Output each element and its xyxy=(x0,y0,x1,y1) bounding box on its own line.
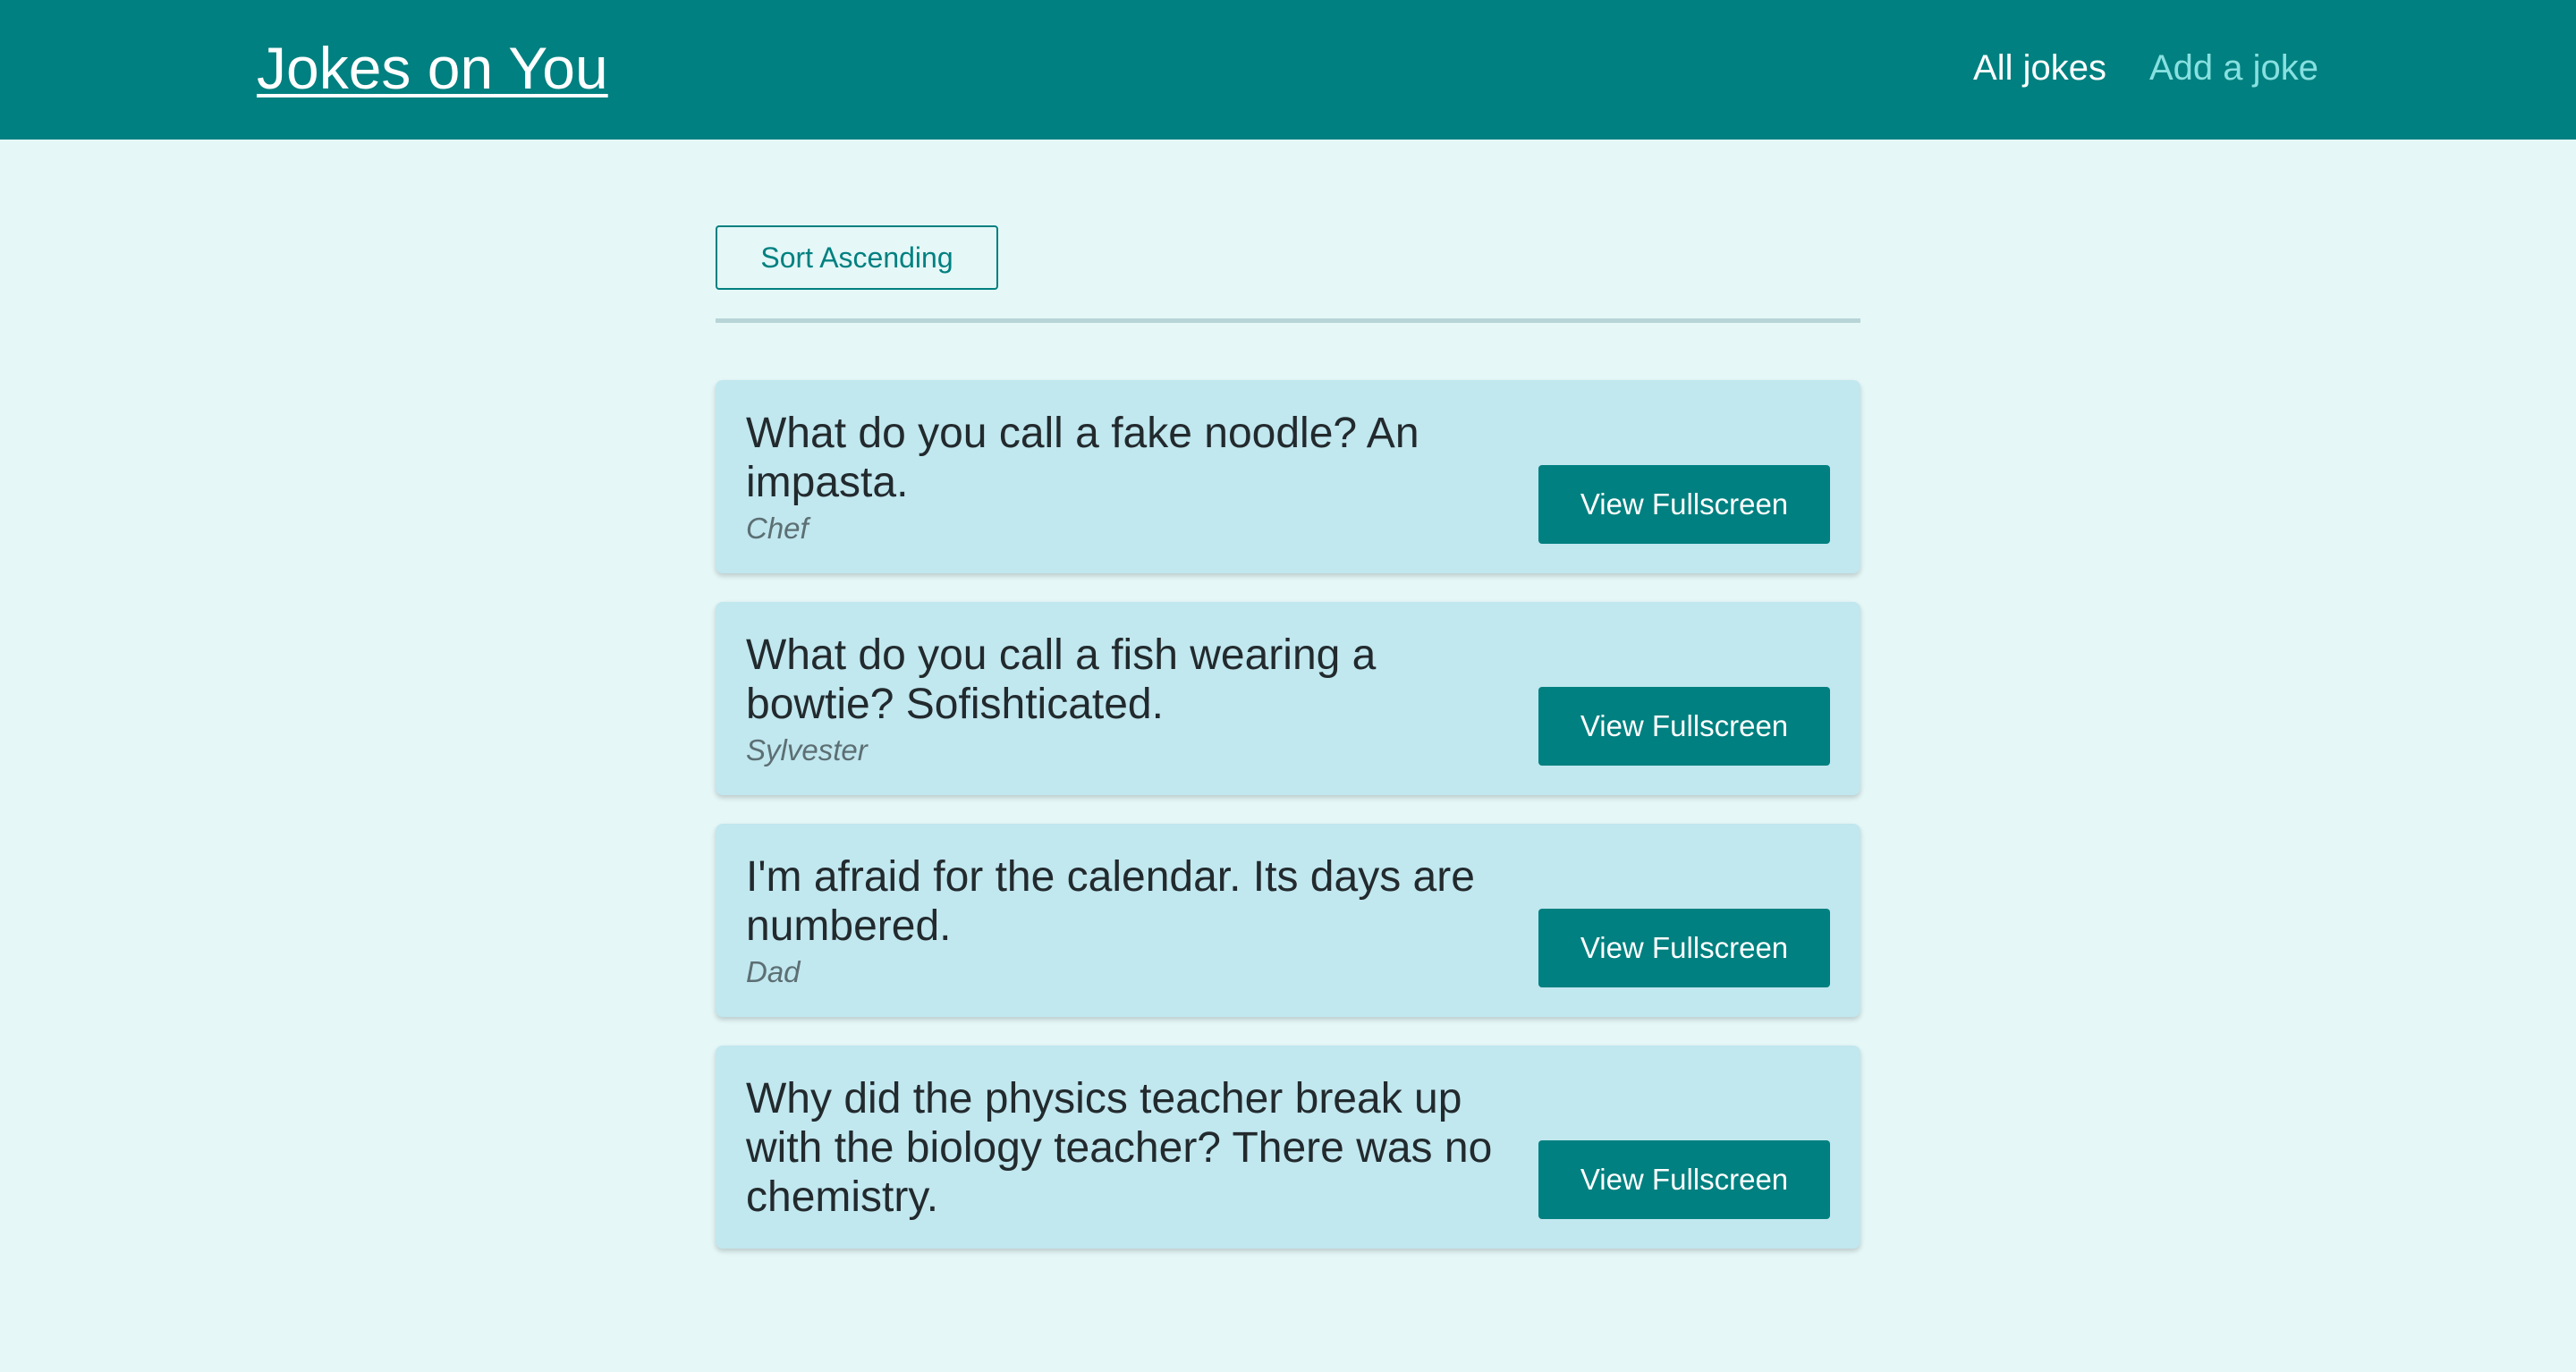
joke-author: Dad xyxy=(746,955,801,988)
joke-author: Sylvester xyxy=(746,733,868,766)
joke-author: Chef xyxy=(746,512,809,545)
joke-body: I'm afraid for the calendar. Its days ar… xyxy=(746,852,1515,990)
view-fullscreen-button[interactable]: View Fullscreen xyxy=(1538,687,1830,766)
joke-text: What do you call a fake noodle? An impas… xyxy=(746,410,1419,506)
joke-card: What do you call a fish wearing a bowtie… xyxy=(716,602,1860,795)
joke-card: Why did the physics teacher break up wit… xyxy=(716,1046,1860,1249)
nav-all-jokes[interactable]: All jokes xyxy=(1973,45,2106,91)
site-logo-link[interactable]: Jokes on You xyxy=(257,32,608,104)
joke-body: Why did the physics teacher break up wit… xyxy=(746,1074,1515,1222)
view-fullscreen-button[interactable]: View Fullscreen xyxy=(1538,909,1830,987)
joke-card: What do you call a fake noodle? An impas… xyxy=(716,380,1860,573)
joke-text: What do you call a fish wearing a bowtie… xyxy=(746,631,1377,728)
site-header: Jokes on You All jokes Add a joke xyxy=(0,0,2576,140)
view-fullscreen-button[interactable]: View Fullscreen xyxy=(1538,465,1830,544)
joke-body: What do you call a fish wearing a bowtie… xyxy=(746,631,1515,768)
joke-card: I'm afraid for the calendar. Its days ar… xyxy=(716,824,1860,1017)
main-content: Sort Ascending What do you call a fake n… xyxy=(716,225,1860,1249)
nav-add-joke[interactable]: Add a joke xyxy=(2149,45,2318,91)
divider xyxy=(716,318,1860,323)
joke-text: I'm afraid for the calendar. Its days ar… xyxy=(746,853,1475,950)
joke-text: Why did the physics teacher break up wit… xyxy=(746,1075,1493,1221)
view-fullscreen-button[interactable]: View Fullscreen xyxy=(1538,1140,1830,1219)
joke-list: What do you call a fake noodle? An impas… xyxy=(716,380,1860,1249)
main-nav: All jokes Add a joke xyxy=(1973,45,2318,91)
sort-ascending-button[interactable]: Sort Ascending xyxy=(716,225,998,290)
joke-body: What do you call a fake noodle? An impas… xyxy=(746,409,1515,546)
